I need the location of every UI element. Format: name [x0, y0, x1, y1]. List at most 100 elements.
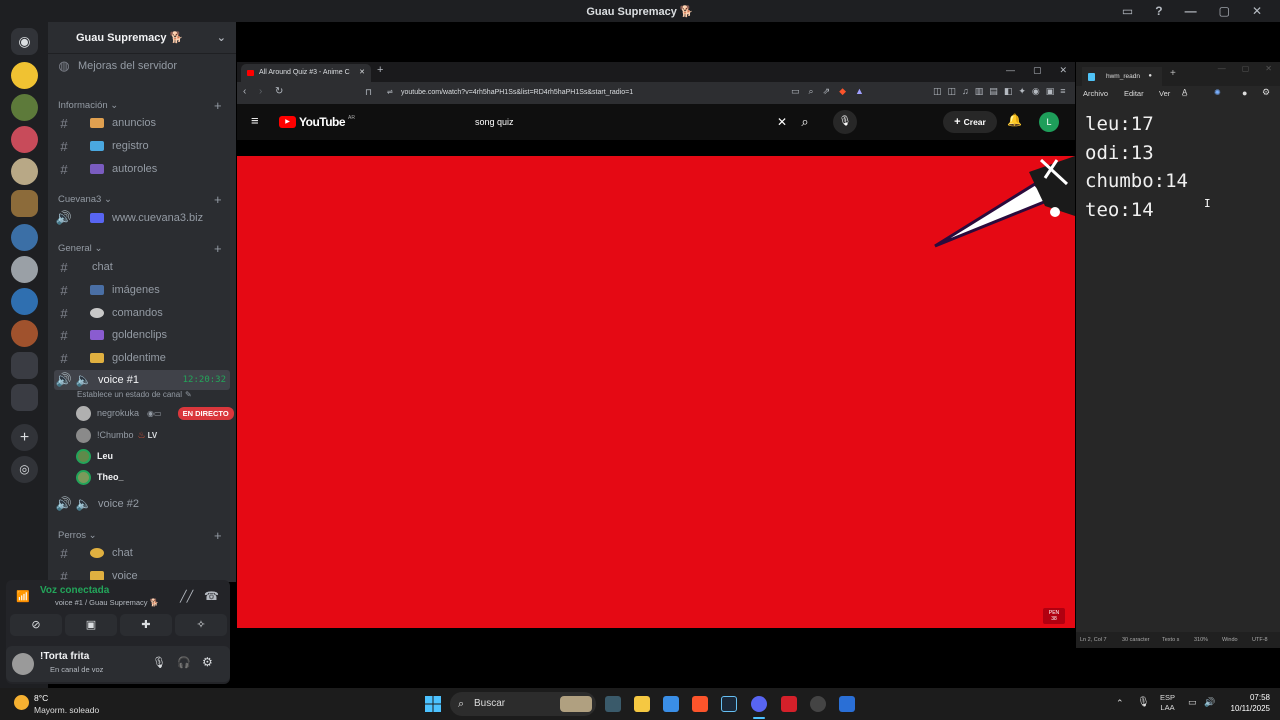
channel-cuevana[interactable]: 🔊 www.cuevana3.biz	[54, 208, 230, 228]
search-button[interactable]: ⌕	[793, 110, 817, 134]
video-player[interactable]: PEN 38	[237, 156, 1075, 628]
category-general[interactable]: General ⌄ +	[58, 241, 222, 256]
gear-icon[interactable]: ⚙	[202, 655, 213, 669]
noise-suppression-icon[interactable]: ╱╱	[180, 590, 193, 603]
volume-icon[interactable]: 🔊	[1204, 697, 1215, 708]
server-header[interactable]: Guau Supremacy 🐕 ⌄	[48, 22, 236, 54]
channel-goldentime[interactable]: # goldentime	[54, 348, 230, 368]
add-channel-icon[interactable]: +	[214, 241, 222, 256]
brave-icon[interactable]	[692, 696, 708, 712]
back-icon[interactable]: ‹	[243, 86, 246, 97]
extension-icon[interactable]: ▤	[989, 86, 998, 97]
category-perros[interactable]: Perros ⌄ +	[58, 528, 222, 543]
notepad-tab[interactable]: hwm_readn ●	[1082, 67, 1162, 86]
extension-icon[interactable]: ◧	[1004, 86, 1013, 97]
server-icon[interactable]	[11, 320, 38, 347]
minimize-icon[interactable]: —	[1185, 4, 1197, 18]
create-button[interactable]: + Crear	[943, 111, 997, 133]
channel-registro[interactable]: # registro	[54, 136, 230, 156]
hamburger-menu-icon[interactable]: ≡	[251, 113, 259, 128]
channel-anuncios[interactable]: # anuncios	[54, 113, 230, 133]
user-panel[interactable]: !Torta frita En canal de voz 🎙 🎧 ⚙	[6, 646, 230, 682]
tab-close-icon[interactable]: ✕	[359, 64, 365, 82]
close-icon[interactable]: ✕	[1059, 65, 1067, 76]
copilot-icon[interactable]: ✺	[1214, 88, 1221, 97]
server-icon[interactable]	[11, 62, 38, 89]
line-ending[interactable]: Windo	[1222, 637, 1238, 643]
new-tab-icon[interactable]: +	[377, 64, 383, 76]
voice-user[interactable]: !Chumbo ♨ LV	[76, 425, 157, 445]
site-info-icon[interactable]: ⇌	[387, 85, 393, 101]
close-icon[interactable]: ✕	[1265, 64, 1272, 73]
voice-user[interactable]: negrokuka ◉▭ EN DIRECTO	[76, 403, 234, 423]
headphones-icon[interactable]: 🎧	[177, 656, 191, 669]
reload-icon[interactable]: ↻	[275, 86, 283, 97]
add-server-icon[interactable]: +	[11, 424, 38, 451]
unsaved-dot-icon[interactable]: ●	[1148, 67, 1152, 86]
zoom-icon[interactable]: ⌕	[809, 86, 814, 97]
rewards-icon[interactable]: ▲	[855, 86, 864, 97]
clear-search-icon[interactable]: ✕	[777, 110, 787, 134]
extension-icon[interactable]: ◫	[948, 86, 957, 97]
language-indicator[interactable]: ESP LAA	[1160, 693, 1175, 713]
microphone-icon[interactable]: 🎙	[152, 656, 166, 669]
disconnect-icon[interactable]: ☎	[204, 589, 219, 603]
bookmark-icon[interactable]: ⊓	[365, 87, 372, 98]
steam-icon[interactable]	[721, 696, 737, 712]
camera-button[interactable]: ⊘	[10, 614, 62, 636]
extension-icon[interactable]: ◫	[933, 86, 942, 97]
browser-tab[interactable]: All Around Quiz #3 - Anime C ✕	[241, 64, 371, 82]
close-icon[interactable]: ✕	[1252, 4, 1262, 18]
add-channel-icon[interactable]: +	[214, 98, 222, 113]
puzzle-icon[interactable]: ✦	[1018, 86, 1026, 97]
weather-widget[interactable]: 8°C Mayorm. soleado	[12, 692, 122, 716]
activities-button[interactable]: ✚	[120, 614, 172, 636]
tray-overflow-icon[interactable]: ⌃	[1116, 698, 1124, 709]
category-cuevana3[interactable]: Cuevana3 ⌄ +	[58, 192, 222, 207]
server-icon-active[interactable]	[11, 190, 38, 217]
channel-imagenes[interactable]: # imágenes	[54, 280, 230, 300]
sidebar-icon[interactable]: ▥	[975, 86, 984, 97]
discord-icon[interactable]	[751, 696, 767, 712]
server-folder-icon[interactable]	[11, 384, 38, 411]
channel-chat[interactable]: # chat	[54, 257, 230, 277]
add-channel-icon[interactable]: +	[214, 192, 222, 207]
server-icon[interactable]	[11, 288, 38, 315]
maximize-icon[interactable]: ▢	[1242, 64, 1250, 73]
forward-icon[interactable]: ›	[259, 86, 262, 97]
maximize-icon[interactable]: ▢	[1033, 65, 1042, 76]
vpn-icon[interactable]: ◉	[1032, 86, 1040, 97]
soundboard-button[interactable]: ✧	[175, 614, 227, 636]
notepad-editor[interactable]: leu:17 odi:13 chumbo:14 teo:14 I	[1076, 102, 1280, 630]
server-boost[interactable]: ◍ Mejoras del servidor	[54, 56, 230, 76]
channel-autoroles[interactable]: # autoroles	[54, 159, 230, 179]
wallet-icon[interactable]: ▣	[1046, 86, 1055, 97]
minimize-icon[interactable]: —	[1006, 65, 1015, 76]
voice-user[interactable]: Leu	[76, 446, 113, 466]
start-button[interactable]	[425, 696, 441, 712]
voice-status[interactable]: Voz conectada	[40, 585, 109, 596]
zoom-level[interactable]: 310%	[1194, 637, 1208, 643]
account-icon[interactable]: ●	[1242, 88, 1247, 98]
new-tab-icon[interactable]: +	[1170, 68, 1176, 79]
notifications-bell-icon[interactable]: 🔔	[1007, 113, 1022, 127]
channel-status-input[interactable]: Establece un estado de canal ✎	[77, 384, 192, 404]
server-icon[interactable]	[11, 224, 38, 251]
server-icon[interactable]	[11, 126, 38, 153]
menu-editar[interactable]: Editar	[1124, 89, 1144, 98]
search-box[interactable]: song quiz ✕	[465, 110, 793, 134]
network-icon[interactable]: ▭	[1188, 697, 1197, 708]
server-icon[interactable]	[11, 256, 38, 283]
text-format-icon[interactable]: A̲	[1182, 88, 1187, 97]
cast-icon[interactable]: ▭	[791, 86, 800, 97]
taskbar-search[interactable]: ⌕ Buscar	[450, 692, 596, 716]
server-icon[interactable]	[11, 158, 38, 185]
voice-user[interactable]: Theo_	[76, 467, 124, 487]
clock[interactable]: 07:58 10/11/2025	[1222, 692, 1270, 714]
app-icon[interactable]	[810, 696, 826, 712]
menu-icon[interactable]: ≡	[1060, 86, 1065, 97]
microphone-icon[interactable]: 🎙	[1137, 697, 1150, 708]
brave-shield-icon[interactable]: ◆	[839, 86, 846, 97]
task-view-icon[interactable]	[605, 696, 621, 712]
discord-home-icon[interactable]: ◉	[11, 28, 38, 55]
